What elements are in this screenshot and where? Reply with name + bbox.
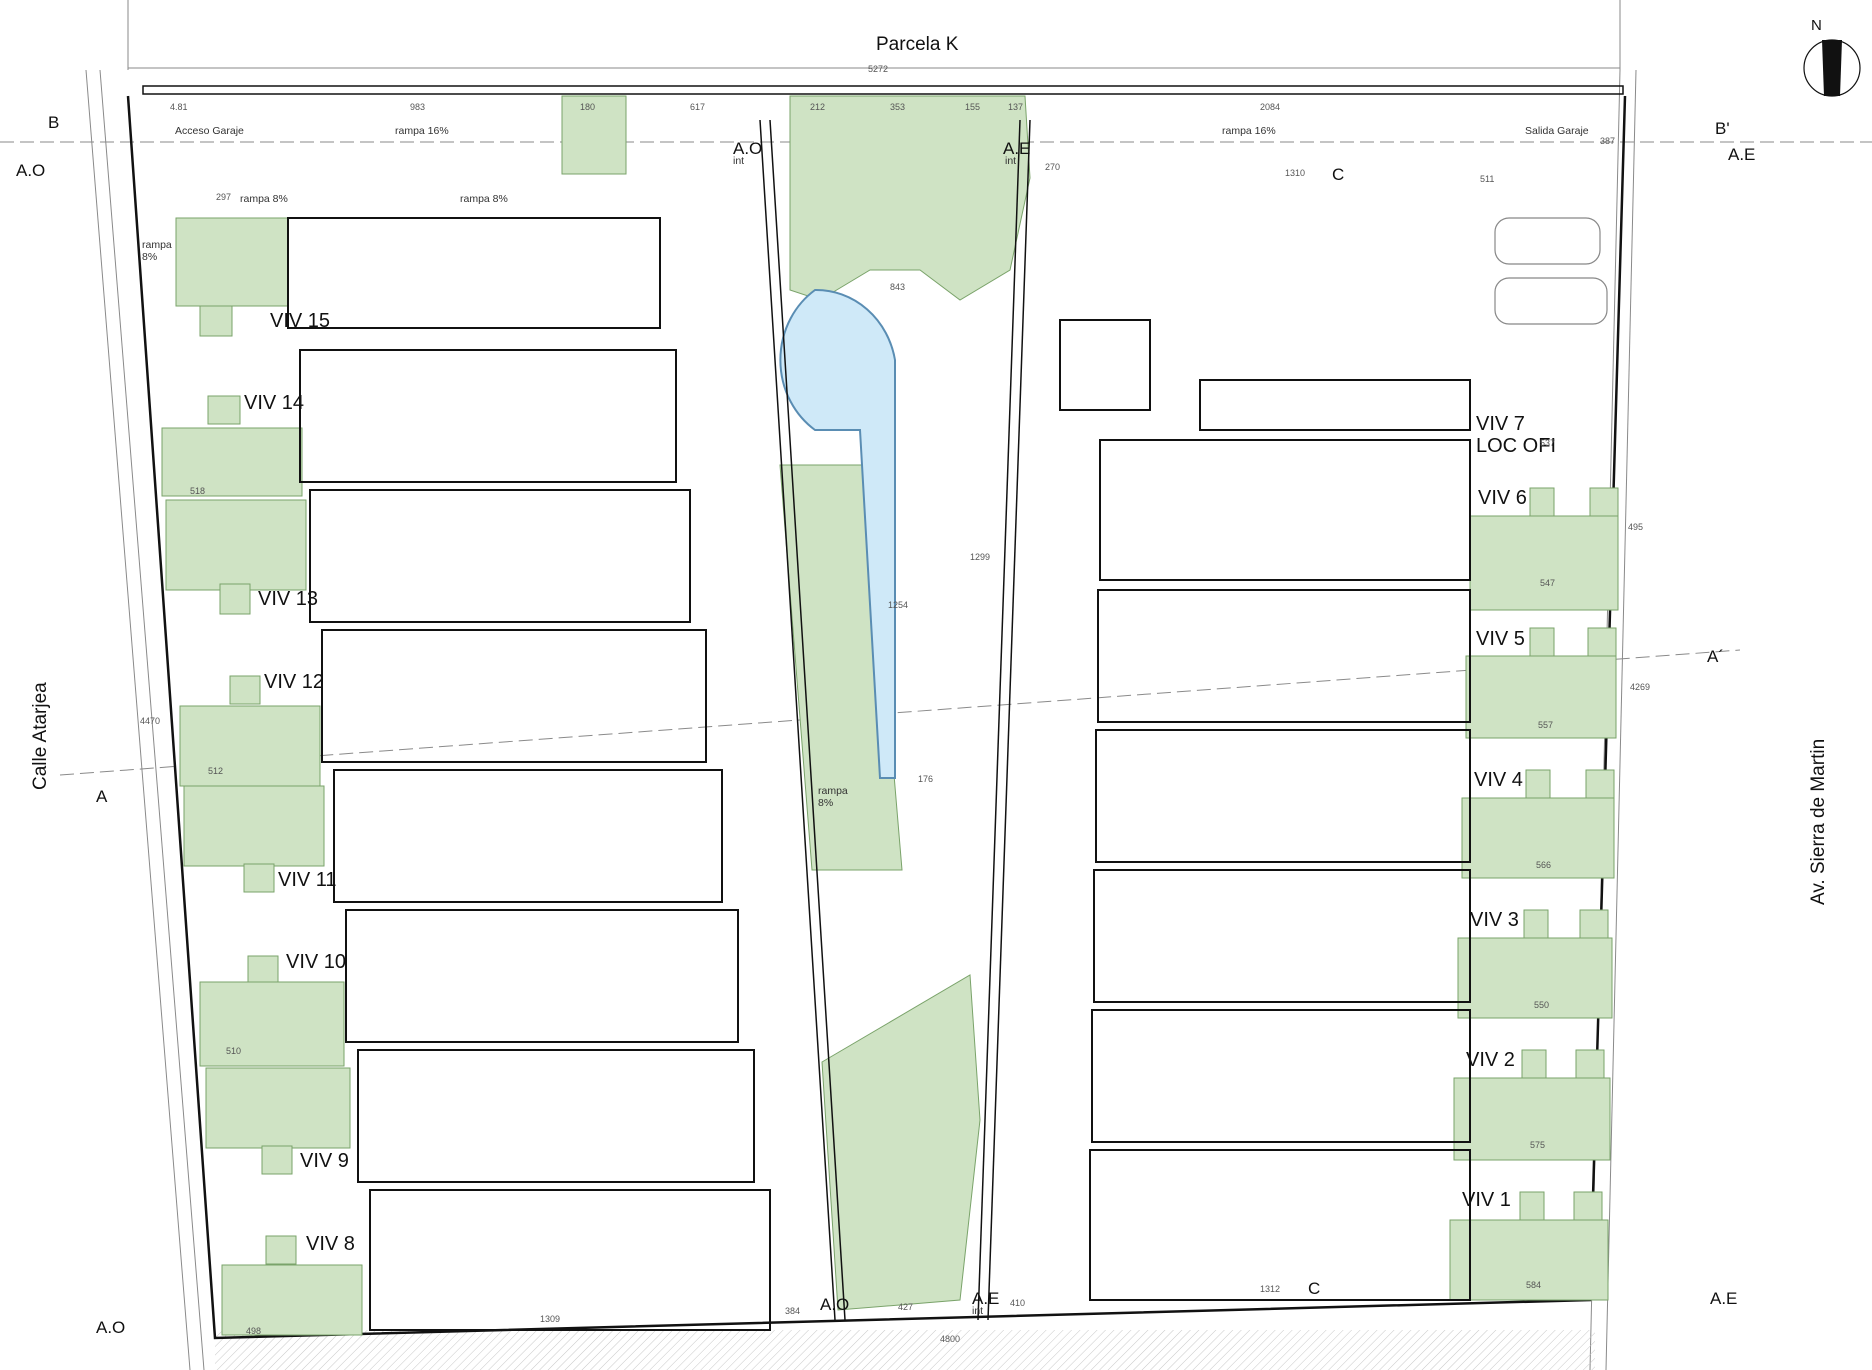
acceso-garaje-label: Acceso Garaje	[175, 125, 244, 137]
unit-label-left: VIV 14	[244, 392, 304, 414]
salida-garaje-label: Salida Garaje	[1525, 125, 1589, 137]
dim-1310: 1310	[1285, 168, 1305, 178]
north-arrow-icon	[1803, 39, 1861, 97]
rampa-left-a: rampa	[142, 239, 172, 251]
dim-387: 387	[1600, 136, 1615, 146]
north-label: N	[1811, 17, 1822, 34]
dim-584: 584	[1526, 1280, 1541, 1290]
dim-566: 566	[1536, 860, 1551, 870]
rampa-top-right-label: rampa 16%	[1222, 125, 1276, 137]
c-top: C	[1332, 165, 1344, 184]
dim-557: 557	[1538, 720, 1553, 730]
dim-4269: 4269	[1630, 682, 1650, 692]
ao-bottom-mid: A.O	[820, 1295, 849, 1314]
dim-510: 510	[226, 1046, 241, 1056]
dim-1309: 1309	[540, 1314, 560, 1324]
dim-4800: 4800	[940, 1334, 960, 1344]
dim-137: 137	[1008, 102, 1023, 112]
dim-410: 410	[1010, 1298, 1025, 1308]
dim-512: 512	[208, 766, 223, 776]
unit-label-left: VIV 9	[300, 1150, 349, 1172]
rampa8-2-label: rampa 8%	[460, 193, 508, 205]
dim-550: 550	[1534, 1000, 1549, 1010]
site-plan: Parcela K N Calle Atarjea Av. Sierra de …	[0, 0, 1872, 1370]
dim-1312: 1312	[1260, 1284, 1280, 1294]
unit-label-right: VIV 3	[1470, 909, 1519, 931]
dim-384: 384	[785, 1306, 800, 1316]
axis-Ap: A´	[1707, 647, 1724, 666]
dim-353: 353	[890, 102, 905, 112]
rampa-top-left-label: rampa 16%	[395, 125, 449, 137]
dim-617: 617	[690, 102, 705, 112]
axis-B: B	[48, 113, 59, 132]
unit-label-left: VIV 12	[264, 671, 324, 693]
ae-bottom-mid-sub: int	[972, 1305, 983, 1317]
unit-label-left: VIV 11	[278, 869, 337, 891]
dim-2084: 2084	[1260, 102, 1280, 112]
dim-498: 498	[246, 1326, 261, 1336]
rampa8-1-label: rampa 8%	[240, 193, 288, 205]
top-boundary-wall	[142, 85, 1624, 95]
dim-575: 575	[1530, 1140, 1545, 1150]
dim-297: 297	[216, 192, 231, 202]
c-bottom: C	[1308, 1279, 1320, 1298]
rampa-left-b: 8%	[142, 251, 157, 263]
rampa-mid-a: rampa	[818, 785, 848, 797]
dim-481: 4.81	[170, 102, 188, 112]
dim-518: 518	[190, 486, 205, 496]
unit-label-left: VIV 8	[306, 1233, 355, 1255]
dim-537: 537	[1540, 438, 1555, 448]
ao-top-left: A.O	[16, 161, 45, 180]
sidewalk-hatch	[215, 1330, 1595, 1370]
unit-label-right: VIV 2	[1466, 1049, 1515, 1071]
dim-5272: 5272	[868, 64, 888, 74]
calle-right-label: Av. Sierra de Martin	[1808, 739, 1829, 905]
unit-label-left: VIV 10	[286, 951, 346, 973]
axis-A: A	[96, 787, 108, 806]
parcela-label: Parcela K	[876, 34, 959, 55]
unit-label-right: VIV 5	[1476, 628, 1525, 650]
dim-270: 270	[1045, 162, 1060, 172]
dim-843: 843	[890, 282, 905, 292]
axis-Bp: B'	[1715, 119, 1730, 138]
unit-label-right: VIV 1	[1462, 1189, 1511, 1211]
dim-983: 983	[410, 102, 425, 112]
right-units	[1059, 319, 1471, 1301]
ao-int-sub: int	[733, 155, 744, 167]
ae-bottom-right: A.E	[1710, 1289, 1737, 1308]
rampa-mid-b: 8%	[818, 797, 833, 809]
calle-left-label: Calle Atarjea	[30, 682, 51, 790]
dim-427: 427	[898, 1302, 913, 1312]
dim-180: 180	[580, 102, 595, 112]
dim-176: 176	[918, 774, 933, 784]
unit-label-right: VIV 6	[1478, 487, 1527, 509]
dim-495: 495	[1628, 522, 1643, 532]
parked-cars	[1494, 217, 1608, 325]
dim-511: 511	[1480, 174, 1494, 184]
unit-label-left: VIV 13	[258, 588, 318, 610]
dim-212: 212	[810, 102, 825, 112]
unit-label-left: VIV 15	[270, 310, 330, 332]
viv7-label: VIV 7	[1476, 413, 1525, 435]
dim-1299: 1299	[970, 552, 990, 562]
unit-label-right: VIV 4	[1474, 769, 1523, 791]
ae-top-right: A.E	[1728, 145, 1755, 164]
dim-1254: 1254	[888, 600, 908, 610]
ae-int-sub: int	[1005, 155, 1016, 167]
dim-4470: 4470	[140, 716, 160, 726]
ao-bottom-left: A.O	[96, 1318, 125, 1337]
dim-547: 547	[1540, 578, 1555, 588]
dim-155: 155	[965, 102, 980, 112]
left-units	[287, 217, 771, 1331]
